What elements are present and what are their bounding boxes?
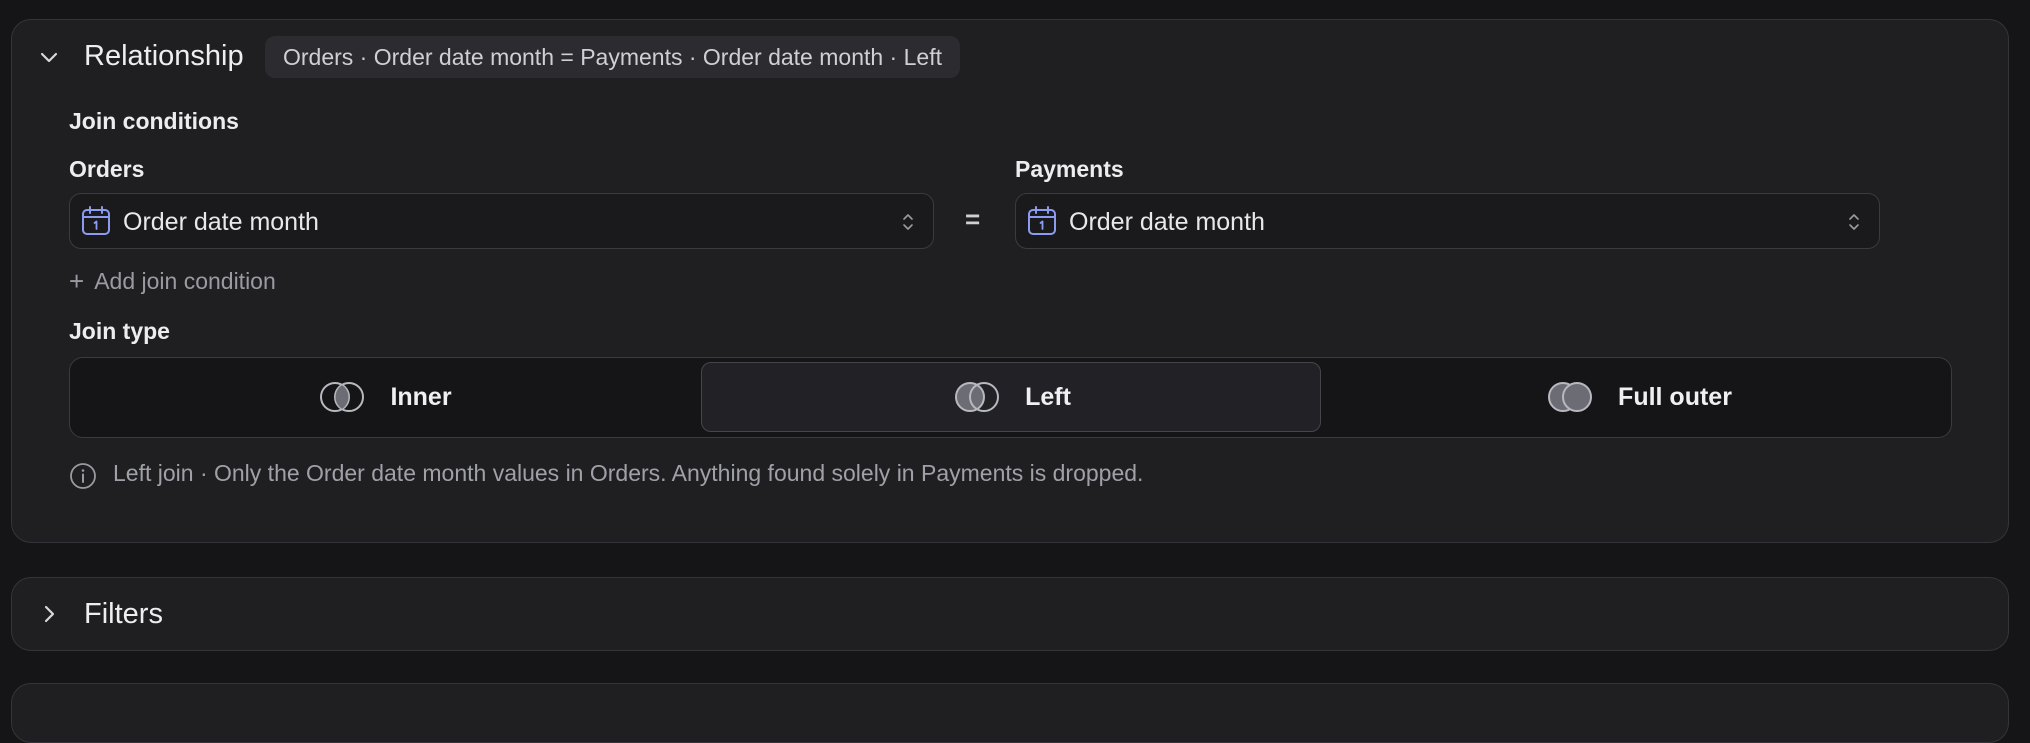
chevron-right-icon[interactable] (40, 605, 58, 623)
venn-left-icon (955, 382, 1000, 412)
right-field-select[interactable]: Order date month (1015, 193, 1880, 249)
equals-sign: = (965, 204, 981, 234)
chevron-down-icon[interactable] (40, 48, 58, 66)
venn-inner-icon (320, 382, 365, 412)
chevron-up-down-icon (1849, 214, 1859, 230)
filters-title[interactable]: Filters (84, 598, 163, 631)
calendar-icon (1028, 206, 1056, 235)
relationship-summary-badge: Orders · Order date month = Payments · O… (265, 36, 960, 78)
venn-full-outer-icon (1548, 382, 1593, 412)
relationship-panel: Relationship Orders · Order date month =… (11, 19, 2009, 543)
right-field-value: Order date month (1069, 208, 1265, 236)
join-type-inner[interactable]: Inner (74, 362, 694, 432)
left-field-value: Order date month (123, 208, 319, 236)
add-join-condition-button[interactable]: + Add join condition (69, 266, 276, 297)
info-icon (70, 463, 96, 489)
join-info: Left join · Only the Order date month va… (69, 456, 1143, 490)
left-field-select[interactable]: Order date month (69, 193, 934, 249)
right-table-label: Payments (1015, 156, 1124, 182)
relationship-title[interactable]: Relationship (84, 40, 244, 73)
chevron-up-down-icon (903, 214, 913, 230)
join-type-full-outer-label: Full outer (1618, 382, 1732, 411)
next-section-panel (11, 683, 2009, 743)
join-info-text: Left join · Only the Order date month va… (113, 459, 1144, 486)
plus-icon: + (69, 266, 85, 296)
calendar-icon (82, 206, 110, 235)
join-type-left[interactable]: Left (701, 362, 1321, 432)
join-type-selector: Inner Left Full outer (69, 357, 1952, 438)
join-type-left-label: Left (1025, 382, 1071, 411)
join-conditions-heading: Join conditions (69, 108, 239, 134)
join-type-inner-label: Inner (390, 382, 452, 411)
join-type-heading: Join type (69, 318, 170, 344)
left-table-label: Orders (69, 156, 145, 182)
add-join-condition-label: Add join condition (94, 268, 276, 294)
filters-panel[interactable]: Filters (11, 577, 2009, 651)
join-type-full-outer[interactable]: Full outer (1328, 362, 1948, 432)
